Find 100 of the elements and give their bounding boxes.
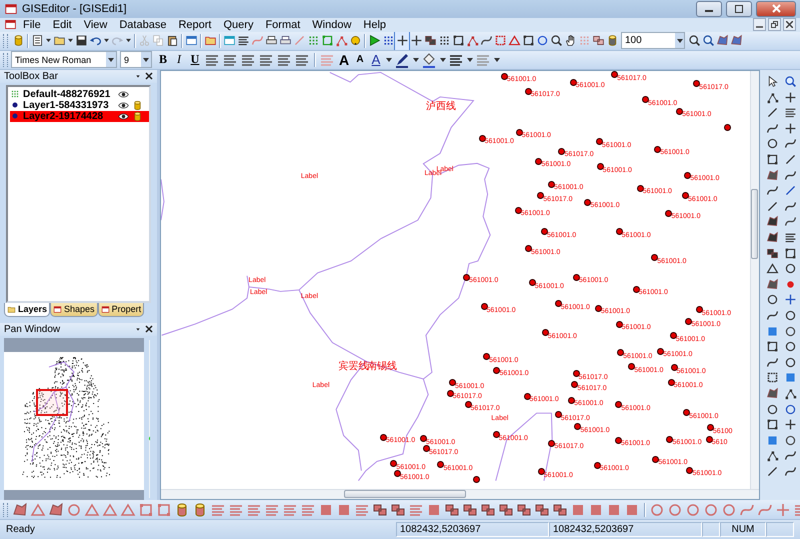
rectangles-icon[interactable] <box>766 246 778 260</box>
map-point-icon[interactable] <box>724 124 731 132</box>
map-point-icon[interactable] <box>666 436 674 443</box>
folder-icon[interactable] <box>52 34 66 48</box>
magnifier-icon[interactable] <box>702 34 714 48</box>
nodes-icon[interactable] <box>784 386 796 400</box>
polygon-icon[interactable] <box>12 502 28 518</box>
rectangles-icon[interactable] <box>592 34 604 48</box>
font-color-button[interactable]: A <box>368 52 384 68</box>
cross-icon[interactable] <box>784 293 796 306</box>
line-icon[interactable] <box>784 153 796 166</box>
circle-icon[interactable] <box>784 308 796 322</box>
layer-item[interactable]: Default-488276921 <box>10 88 149 100</box>
curve-icon[interactable] <box>480 34 492 48</box>
pen-icon[interactable] <box>394 52 410 68</box>
menu-item[interactable]: Format <box>259 18 306 32</box>
document-icon[interactable] <box>30 34 44 48</box>
map-point-icon[interactable] <box>572 370 580 378</box>
map-point-icon[interactable] <box>394 470 402 478</box>
cross-icon[interactable] <box>410 34 422 48</box>
triangle-icon[interactable] <box>766 262 778 276</box>
rectangles-icon[interactable] <box>372 502 388 518</box>
map-point-icon[interactable] <box>380 434 387 441</box>
map-point-icon[interactable] <box>665 210 672 217</box>
nodes-icon[interactable] <box>766 90 778 104</box>
nodes-icon[interactable] <box>766 449 778 462</box>
nodes-icon[interactable] <box>334 34 348 48</box>
zoom-field[interactable]: 100 <box>621 32 685 50</box>
map-point-icon[interactable] <box>528 279 536 286</box>
bucket-icon[interactable] <box>421 52 437 68</box>
map-point-icon[interactable] <box>448 379 456 386</box>
curve-icon[interactable] <box>784 200 796 213</box>
layer-item[interactable]: Layer1-584331973 <box>10 100 149 111</box>
curve-icon[interactable] <box>784 449 796 462</box>
square-outline-icon[interactable] <box>452 34 464 48</box>
map-point-icon[interactable] <box>684 172 692 179</box>
circle-icon[interactable] <box>784 434 796 447</box>
restore-button[interactable] <box>768 18 781 32</box>
map-point-icon[interactable] <box>685 318 692 325</box>
map-point-icon[interactable] <box>642 96 649 104</box>
square-outline-icon[interactable] <box>766 153 778 166</box>
panel-tab[interactable]: Layers <box>4 302 50 317</box>
map-point-icon[interactable] <box>676 108 684 115</box>
map-point-icon[interactable] <box>535 158 542 165</box>
folder-icon[interactable] <box>204 34 216 48</box>
map-point-icon[interactable] <box>480 303 488 310</box>
grid-icon[interactable] <box>438 34 450 48</box>
lines-icon[interactable] <box>236 34 250 48</box>
map-point-icon[interactable] <box>611 71 618 78</box>
map-point-icon[interactable] <box>541 228 548 236</box>
cross-icon[interactable] <box>396 34 408 48</box>
map-point-icon[interactable] <box>584 198 592 206</box>
circle-icon[interactable] <box>784 340 796 354</box>
menu-item[interactable]: Window <box>306 18 358 32</box>
circle-icon[interactable] <box>536 34 548 48</box>
map-point-icon[interactable] <box>571 381 578 388</box>
triangle-icon[interactable] <box>508 34 520 48</box>
map-point-icon[interactable] <box>628 363 636 370</box>
eye-icon[interactable] <box>118 110 129 122</box>
close-icon[interactable] <box>145 325 153 334</box>
map-point-icon[interactable] <box>500 72 508 80</box>
line-icon[interactable] <box>766 464 778 478</box>
lines-icon[interactable] <box>784 231 796 244</box>
polygon-icon[interactable] <box>766 278 778 291</box>
grid-icon[interactable] <box>382 34 394 48</box>
map-point-icon[interactable] <box>632 286 640 293</box>
dashed-square-icon[interactable] <box>766 371 778 384</box>
layer-item[interactable]: Layer2-19174428 <box>10 110 149 122</box>
menu-item[interactable]: File <box>17 18 47 32</box>
map-point-icon[interactable] <box>682 192 690 200</box>
map-point-icon[interactable] <box>473 476 480 483</box>
horizontal-scrollbar[interactable] <box>161 489 759 500</box>
vertical-scrollbar[interactable] <box>750 70 759 490</box>
curve-icon[interactable] <box>766 184 778 198</box>
circle-icon[interactable] <box>784 356 796 369</box>
rectangles-icon[interactable] <box>462 502 478 518</box>
map-point-icon[interactable] <box>446 390 454 397</box>
viewport-rectangle[interactable] <box>36 388 68 416</box>
curve-icon[interactable] <box>784 464 796 478</box>
font-size-dropdown[interactable]: 9 <box>120 51 152 68</box>
map-point-icon[interactable] <box>537 192 544 200</box>
rectangles-icon[interactable] <box>534 502 550 518</box>
map-point-icon[interactable] <box>463 274 470 281</box>
cross-icon[interactable] <box>784 90 796 104</box>
save-icon[interactable] <box>74 34 88 48</box>
underline-button[interactable]: U <box>187 52 203 68</box>
circle-icon[interactable] <box>784 402 796 416</box>
rectangles-icon[interactable] <box>390 502 406 518</box>
map-point-icon[interactable] <box>683 409 690 416</box>
rectangles-icon[interactable] <box>480 502 496 518</box>
map-point-icon[interactable] <box>614 436 622 444</box>
eye-icon[interactable] <box>118 88 129 100</box>
map-point-icon[interactable] <box>493 366 500 374</box>
map-point-icon[interactable] <box>538 468 545 476</box>
map-point-icon[interactable] <box>524 392 531 400</box>
map-point-icon[interactable] <box>422 445 430 452</box>
panel-tab[interactable]: Propert <box>98 302 144 317</box>
italic-button[interactable]: I <box>171 52 187 68</box>
circle-icon[interactable] <box>784 324 796 338</box>
eye-icon[interactable] <box>118 100 129 111</box>
